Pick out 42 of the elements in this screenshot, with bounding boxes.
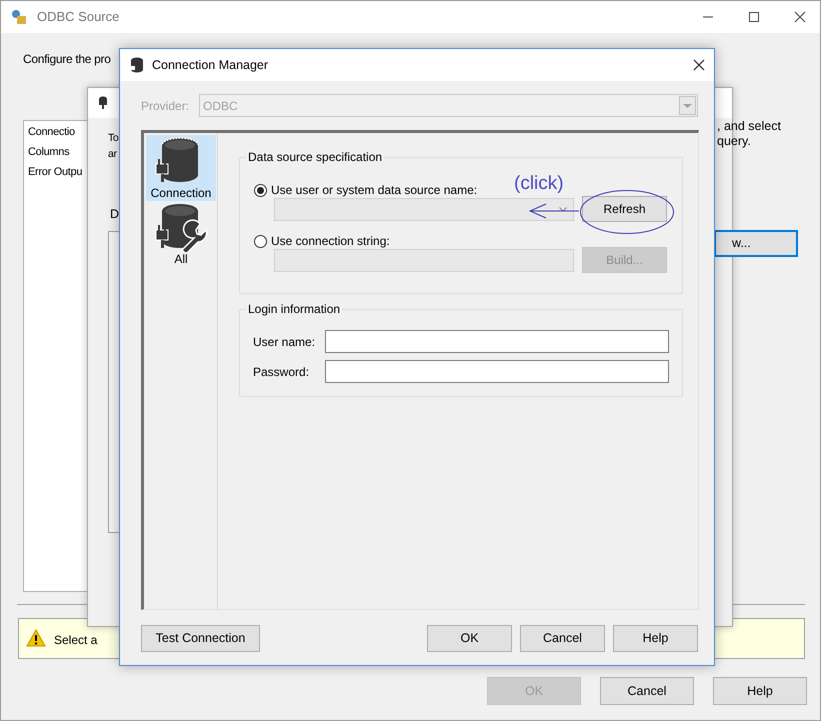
database-icon [98,96,108,110]
window-title: ODBC Source [37,8,120,26]
window-title: Connection Manager [152,56,268,74]
radio-label: Use connection string: [271,233,390,250]
chevron-down-icon [559,206,567,212]
radio-button[interactable] [254,184,267,196]
input-field[interactable] [325,330,669,353]
dialog-button[interactable]: Help [713,677,807,705]
field-label: User name: [253,334,316,350]
input-field[interactable] [325,360,669,383]
dialog-button[interactable]: Help [613,625,698,652]
warning-icon [26,628,46,646]
database-icon [130,57,144,73]
warning-text: Select a [54,632,98,648]
preview-button[interactable]: w... [714,230,798,257]
radio-label: Use user or system data source name: [271,182,478,199]
close-icon [794,11,806,23]
nav-item[interactable]: Connection [146,135,216,201]
dialog-button[interactable]: OK [427,625,512,652]
maximize-icon [748,11,760,23]
nav-item[interactable]: All [146,201,216,267]
dialog-button[interactable]: Cancel [520,625,605,652]
description-text: ar [108,147,117,162]
connection-string-field[interactable] [274,248,574,272]
description-text: To [108,131,118,146]
dialog-button[interactable]: Cancel [600,677,694,705]
description-text: query. [717,134,752,149]
group-title: Data source specification [246,149,384,165]
database-wrench-icon [154,202,208,252]
field-label: Password: [253,364,310,380]
description-text: , and select [717,119,781,134]
arrow-drawing [528,203,580,219]
close-icon [693,59,705,71]
group-title: Login information [246,301,342,317]
description-text: Configure the pro [23,51,111,68]
test-connection-button[interactable]: Test Connection [141,625,260,652]
app-icon [11,9,27,25]
annotation-text: (click) [514,172,564,196]
dialog-button[interactable]: Refresh [582,196,667,222]
radio-button[interactable] [254,234,267,248]
label-text: D [110,206,120,223]
field-label: Provider: [141,98,190,114]
